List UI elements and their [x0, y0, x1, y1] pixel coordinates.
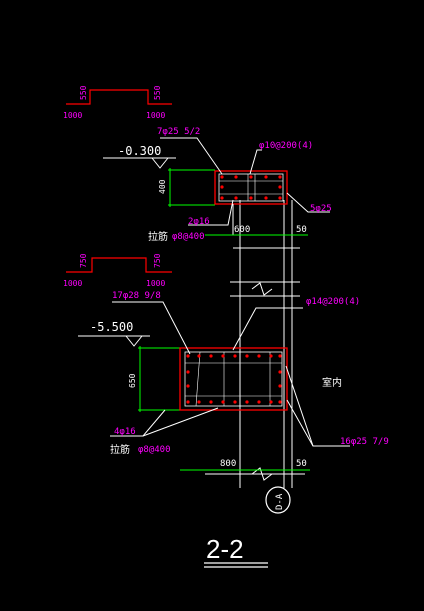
lower-right-width: 1000: [146, 279, 165, 288]
lower-side-rebar: 4φ16: [114, 427, 136, 437]
upper-offset: 50: [296, 225, 307, 235]
upper-beam: -0.300 400 7φ25 5/2 φ10@200(4) 5φ25 2φ16…: [103, 127, 332, 243]
lower-bottom-rebar: 16φ25 7/9: [340, 437, 389, 447]
lower-offset: 50: [296, 459, 307, 469]
lower-beam-width: 800: [220, 459, 236, 469]
lower-beam-height: 650: [128, 373, 137, 388]
lower-right-height: 750: [153, 253, 162, 268]
upper-beam-height: 400: [158, 179, 167, 194]
section-drawing: 550 550 1000 1000 -0.300 400 7φ25 5/2 φ1…: [63, 85, 389, 568]
section-title-group: 2-2: [204, 534, 268, 568]
upper-right-height: 550: [153, 85, 162, 100]
upper-top-rebar: 7φ25 5/2: [157, 127, 200, 137]
column-lines: [205, 200, 305, 488]
axis-marker: D-A: [265, 486, 291, 514]
lower-step-profile: 750 750 1000 1000: [63, 253, 172, 288]
lower-stirrup: φ14@200(4): [306, 297, 360, 307]
lower-elevation: -5.500: [90, 320, 133, 334]
upper-elevation: -0.300: [118, 144, 161, 158]
upper-bottom-rebar: 5φ25: [310, 204, 332, 214]
section-title: 2-2: [206, 534, 244, 564]
upper-side-rebar: 2φ16: [188, 217, 210, 227]
lower-tie-label: 拉筋: [110, 443, 130, 456]
lower-left-height: 750: [79, 253, 88, 268]
upper-beam-width: 600: [234, 225, 250, 235]
lower-top-rebar: 17φ28 9/8: [112, 291, 161, 301]
axis-label: D-A: [275, 493, 285, 510]
upper-step-profile: 550 550 1000 1000: [63, 85, 172, 120]
upper-tie-spec: φ8@400: [172, 232, 205, 242]
lower-tie-spec: φ8@400: [138, 445, 171, 455]
room-label: 室内: [322, 376, 342, 389]
lower-beam: -5.500 650 17φ28 9/8 φ14@200(4) 室内 16φ25…: [78, 291, 389, 471]
upper-left-height: 550: [79, 85, 88, 100]
upper-left-width: 1000: [63, 111, 82, 120]
lower-left-width: 1000: [63, 279, 82, 288]
upper-right-width: 1000: [146, 111, 165, 120]
upper-tie-label: 拉筋: [148, 230, 168, 243]
upper-stirrup: φ10@200(4): [259, 141, 313, 151]
